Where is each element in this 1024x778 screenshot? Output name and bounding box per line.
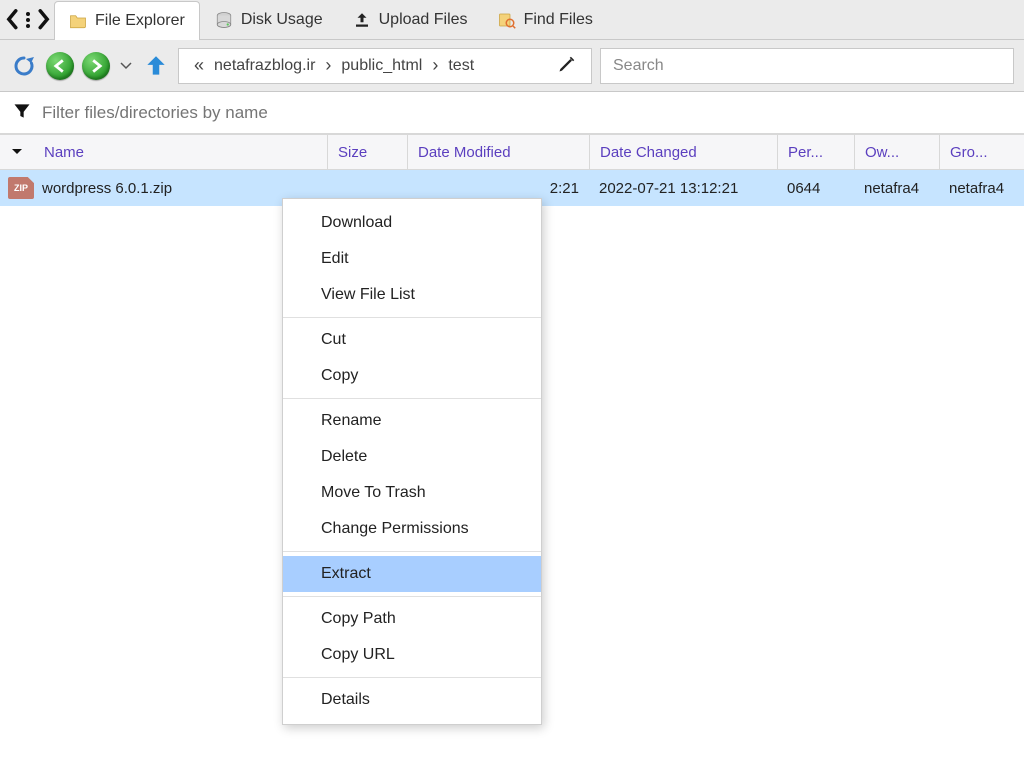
tab-back-button[interactable] <box>6 7 20 33</box>
column-date-changed[interactable]: Date Changed <box>589 135 777 169</box>
tab-disk-usage[interactable]: Disk Usage <box>200 0 338 39</box>
table-header: Name Size Date Modified Date Changed Per… <box>0 134 1024 170</box>
menu-change-permissions[interactable]: Change Permissions <box>283 511 541 547</box>
tab-find-files[interactable]: Find Files <box>483 0 608 39</box>
reload-button[interactable] <box>10 52 38 80</box>
tab-menu-button[interactable] <box>21 7 35 33</box>
tab-upload-files[interactable]: Upload Files <box>338 0 483 39</box>
back-button[interactable] <box>46 52 74 80</box>
tab-label: Upload Files <box>379 11 468 29</box>
toolbar: « netafrazblog.ir › public_html › test <box>0 40 1024 92</box>
menu-copy-path[interactable]: Copy Path <box>283 601 541 637</box>
column-group[interactable]: Gro... <box>939 135 1024 169</box>
up-directory-button[interactable] <box>142 52 170 80</box>
file-name-cell[interactable]: ZIP wordpress 6.0.1.zip <box>0 177 327 199</box>
column-permissions[interactable]: Per... <box>777 135 854 169</box>
breadcrumb-overflow-icon[interactable]: « <box>191 55 207 76</box>
upload-icon <box>353 11 371 29</box>
file-name-text: wordpress 6.0.1.zip <box>42 180 172 197</box>
menu-copy-url[interactable]: Copy URL <box>283 637 541 673</box>
breadcrumb-item[interactable]: test <box>447 55 475 77</box>
folder-icon <box>69 12 87 30</box>
chevron-right-icon: › <box>429 55 441 76</box>
file-owner-cell: netafra4 <box>854 180 939 197</box>
nav-history-dropdown[interactable] <box>118 59 134 73</box>
menu-copy[interactable]: Copy <box>283 358 541 394</box>
breadcrumb-item[interactable]: public_html <box>340 55 423 77</box>
tab-label: Find Files <box>524 11 593 29</box>
menu-details[interactable]: Details <box>283 682 541 718</box>
column-owner[interactable]: Ow... <box>854 135 939 169</box>
menu-view-file-list[interactable]: View File List <box>283 277 541 313</box>
filter-icon <box>12 101 32 125</box>
menu-cut[interactable]: Cut <box>283 322 541 358</box>
chevron-right-icon: › <box>322 55 334 76</box>
column-size[interactable]: Size <box>327 135 407 169</box>
menu-rename[interactable]: Rename <box>283 403 541 439</box>
zip-file-icon: ZIP <box>8 177 34 199</box>
search-box[interactable] <box>600 48 1014 84</box>
breadcrumb-path: « netafrazblog.ir › public_html › test <box>178 48 592 84</box>
edit-path-button[interactable] <box>557 54 579 78</box>
menu-separator <box>283 596 541 597</box>
tab-forward-button[interactable] <box>36 7 50 33</box>
tab-label: Disk Usage <box>241 11 323 29</box>
menu-separator <box>283 551 541 552</box>
file-changed-cell: 2022-07-21 13:12:21 <box>589 180 777 197</box>
breadcrumb-item[interactable]: netafrazblog.ir <box>213 55 316 77</box>
menu-delete[interactable]: Delete <box>283 439 541 475</box>
sort-toggle[interactable] <box>0 135 34 169</box>
tab-label: File Explorer <box>95 12 185 30</box>
tab-history-controls <box>6 7 54 33</box>
find-files-icon <box>498 11 516 29</box>
menu-edit[interactable]: Edit <box>283 241 541 277</box>
file-group-cell: netafra4 <box>939 180 1024 197</box>
menu-separator <box>283 398 541 399</box>
menu-extract[interactable]: Extract <box>283 556 541 592</box>
tabs: File Explorer Disk Usage Upload Files Fi… <box>54 0 608 39</box>
disk-icon <box>215 11 233 29</box>
context-menu: Download Edit View File List Cut Copy Re… <box>282 198 542 725</box>
column-date-modified[interactable]: Date Modified <box>407 135 589 169</box>
menu-move-to-trash[interactable]: Move To Trash <box>283 475 541 511</box>
tab-file-explorer[interactable]: File Explorer <box>54 1 200 40</box>
filter-input[interactable] <box>42 103 1012 123</box>
menu-download[interactable]: Download <box>283 205 541 241</box>
forward-button[interactable] <box>82 52 110 80</box>
file-perm-cell: 0644 <box>777 180 854 197</box>
search-input[interactable] <box>613 57 1001 75</box>
column-name[interactable]: Name <box>34 135 327 169</box>
tab-bar: File Explorer Disk Usage Upload Files Fi… <box>0 0 1024 40</box>
file-modified-cell: 2:21 <box>407 180 589 197</box>
menu-separator <box>283 317 541 318</box>
filter-bar <box>0 92 1024 134</box>
menu-separator <box>283 677 541 678</box>
